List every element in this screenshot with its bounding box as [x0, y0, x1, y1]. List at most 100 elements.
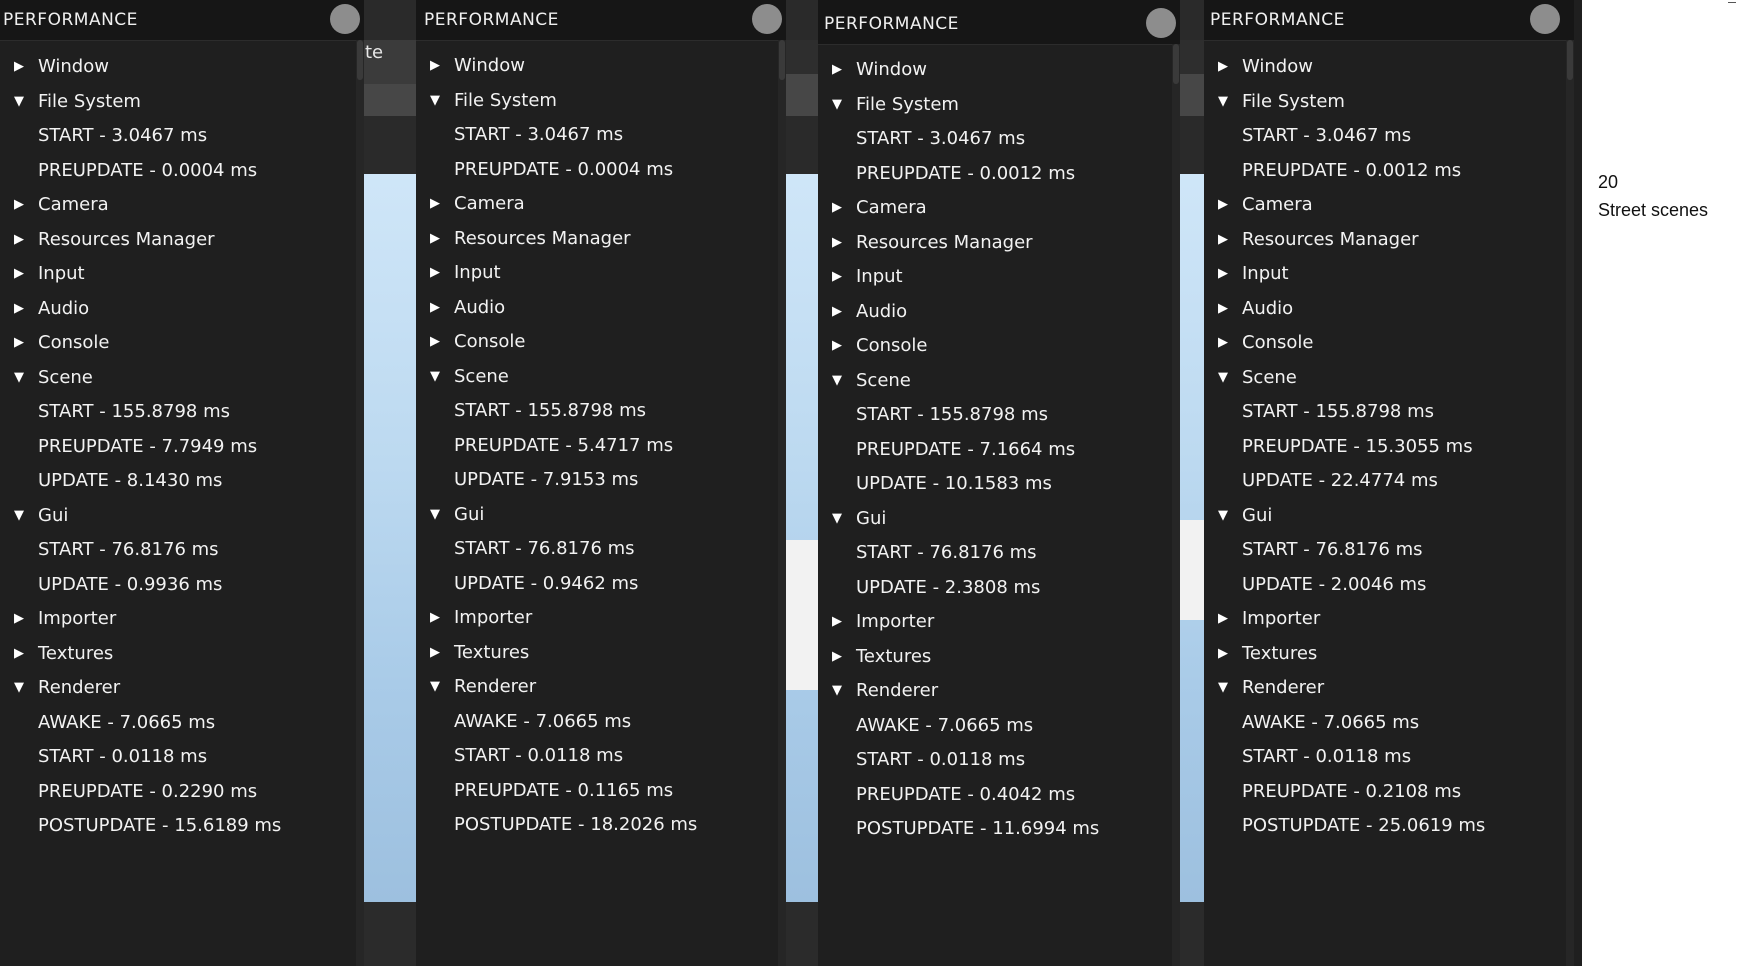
- panel-header[interactable]: PERFORMANCE: [818, 0, 1180, 45]
- collapsed-arrow-icon[interactable]: ▶: [14, 190, 28, 220]
- close-button[interactable]: [752, 4, 782, 34]
- collapsed-arrow-icon[interactable]: ▶: [14, 604, 28, 634]
- tree-node[interactable]: ▶ Textures: [818, 642, 1170, 672]
- tree-node[interactable]: ▼ Gui: [0, 501, 354, 531]
- tree-node[interactable]: ▼ File System: [1204, 87, 1564, 117]
- scrollbar[interactable]: [1566, 40, 1574, 966]
- collapsed-arrow-icon[interactable]: ▶: [832, 331, 846, 361]
- collapsed-arrow-icon[interactable]: ▶: [14, 225, 28, 255]
- tree-node[interactable]: ▼ Scene: [818, 366, 1170, 396]
- tree-node[interactable]: ▶ Importer: [1204, 604, 1564, 634]
- scroll-thumb[interactable]: [1173, 44, 1179, 84]
- collapsed-arrow-icon[interactable]: ▶: [832, 228, 846, 258]
- tree-node[interactable]: ▼ Renderer: [0, 673, 354, 703]
- tree-node[interactable]: ▶ Window: [0, 52, 354, 82]
- expanded-arrow-icon[interactable]: ▼: [430, 500, 444, 530]
- tree-node[interactable]: ▶ Input: [818, 262, 1170, 292]
- tree-node[interactable]: ▼ Scene: [1204, 363, 1564, 393]
- tree-node[interactable]: ▼ File System: [0, 87, 354, 117]
- collapsed-arrow-icon[interactable]: ▶: [14, 259, 28, 289]
- tree-node[interactable]: ▶ Resources Manager: [1204, 225, 1564, 255]
- expanded-arrow-icon[interactable]: ▼: [430, 362, 444, 392]
- tree-node[interactable]: ▶ Resources Manager: [416, 224, 776, 254]
- tree-node[interactable]: ▼ Gui: [416, 500, 776, 530]
- scrollbar[interactable]: [1172, 44, 1180, 966]
- expanded-arrow-icon[interactable]: ▼: [832, 504, 846, 534]
- tree-node[interactable]: ▶ Importer: [0, 604, 354, 634]
- tree-node[interactable]: ▶ Console: [818, 331, 1170, 361]
- tree-node[interactable]: ▶ Resources Manager: [0, 225, 354, 255]
- scroll-thumb[interactable]: [1567, 40, 1573, 80]
- tree-node[interactable]: ▼ Renderer: [818, 676, 1170, 706]
- expanded-arrow-icon[interactable]: ▼: [1218, 363, 1232, 393]
- expanded-arrow-icon[interactable]: ▼: [14, 363, 28, 393]
- tree-node[interactable]: ▶ Importer: [416, 603, 776, 633]
- tree-node[interactable]: ▼ Gui: [818, 504, 1170, 534]
- collapsed-arrow-icon[interactable]: ▶: [1218, 639, 1232, 669]
- panel-header[interactable]: PERFORMANCE: [1204, 0, 1574, 41]
- expanded-arrow-icon[interactable]: ▼: [1218, 87, 1232, 117]
- tree-node[interactable]: ▶ Console: [416, 327, 776, 357]
- collapsed-arrow-icon[interactable]: ▶: [832, 642, 846, 672]
- tree-node[interactable]: ▶ Console: [0, 328, 354, 358]
- collapsed-arrow-icon[interactable]: ▶: [14, 639, 28, 669]
- close-button[interactable]: [1146, 8, 1176, 38]
- collapsed-arrow-icon[interactable]: ▶: [1218, 52, 1232, 82]
- expanded-arrow-icon[interactable]: ▼: [14, 87, 28, 117]
- scroll-thumb[interactable]: [779, 40, 785, 80]
- expanded-arrow-icon[interactable]: ▼: [14, 673, 28, 703]
- tree-node[interactable]: ▼ Scene: [416, 362, 776, 392]
- tree-node[interactable]: ▼ Renderer: [1204, 673, 1564, 703]
- collapsed-arrow-icon[interactable]: ▶: [430, 51, 444, 81]
- collapsed-arrow-icon[interactable]: ▶: [14, 294, 28, 324]
- tree-node[interactable]: ▼ Renderer: [416, 672, 776, 702]
- collapsed-arrow-icon[interactable]: ▶: [1218, 259, 1232, 289]
- tree-node[interactable]: ▶ Importer: [818, 607, 1170, 637]
- tree-node[interactable]: ▶ Input: [1204, 259, 1564, 289]
- tree-node[interactable]: ▶ Camera: [818, 193, 1170, 223]
- collapsed-arrow-icon[interactable]: ▶: [14, 328, 28, 358]
- collapsed-arrow-icon[interactable]: ▶: [1218, 225, 1232, 255]
- tree-node[interactable]: ▼ File System: [818, 90, 1170, 120]
- tree-node[interactable]: ▶ Camera: [0, 190, 354, 220]
- collapsed-arrow-icon[interactable]: ▶: [1218, 190, 1232, 220]
- collapsed-arrow-icon[interactable]: ▶: [832, 193, 846, 223]
- tree-node[interactable]: ▶ Textures: [0, 639, 354, 669]
- collapsed-arrow-icon[interactable]: ▶: [1218, 294, 1232, 324]
- tree-node[interactable]: ▶ Window: [416, 51, 776, 81]
- close-button[interactable]: [1530, 4, 1560, 34]
- collapsed-arrow-icon[interactable]: ▶: [430, 224, 444, 254]
- collapsed-arrow-icon[interactable]: ▶: [1218, 328, 1232, 358]
- scrollbar[interactable]: [778, 40, 786, 966]
- collapsed-arrow-icon[interactable]: ▶: [832, 607, 846, 637]
- expanded-arrow-icon[interactable]: ▼: [832, 676, 846, 706]
- tree-node[interactable]: ▶ Audio: [0, 294, 354, 324]
- collapsed-arrow-icon[interactable]: ▶: [14, 52, 28, 82]
- tree-node[interactable]: ▼ Gui: [1204, 501, 1564, 531]
- panel-header[interactable]: PERFORMANCE: [0, 0, 364, 41]
- tree-node[interactable]: ▶ Textures: [416, 638, 776, 668]
- tree-node[interactable]: ▼ File System: [416, 86, 776, 116]
- tree-node[interactable]: ▶ Camera: [1204, 190, 1564, 220]
- expanded-arrow-icon[interactable]: ▼: [1218, 501, 1232, 531]
- tree-node[interactable]: ▶ Audio: [416, 293, 776, 323]
- tree-node[interactable]: ▶ Input: [416, 258, 776, 288]
- collapsed-arrow-icon[interactable]: ▶: [430, 293, 444, 323]
- tree-node[interactable]: ▶ Input: [0, 259, 354, 289]
- expanded-arrow-icon[interactable]: ▼: [832, 90, 846, 120]
- expanded-arrow-icon[interactable]: ▼: [430, 672, 444, 702]
- tree-node[interactable]: ▶ Window: [1204, 52, 1564, 82]
- tree-node[interactable]: ▶ Camera: [416, 189, 776, 219]
- collapsed-arrow-icon[interactable]: ▶: [832, 262, 846, 292]
- collapsed-arrow-icon[interactable]: ▶: [832, 55, 846, 85]
- panel-header[interactable]: PERFORMANCE: [416, 0, 786, 41]
- tree-node[interactable]: ▶ Resources Manager: [818, 228, 1170, 258]
- collapsed-arrow-icon[interactable]: ▶: [430, 603, 444, 633]
- close-button[interactable]: [330, 4, 360, 34]
- collapsed-arrow-icon[interactable]: ▶: [1218, 604, 1232, 634]
- tree-node[interactable]: ▶ Textures: [1204, 639, 1564, 669]
- tree-node[interactable]: ▶ Audio: [1204, 294, 1564, 324]
- tree-node[interactable]: ▼ Scene: [0, 363, 354, 393]
- collapsed-arrow-icon[interactable]: ▶: [832, 297, 846, 327]
- tree-node[interactable]: ▶ Audio: [818, 297, 1170, 327]
